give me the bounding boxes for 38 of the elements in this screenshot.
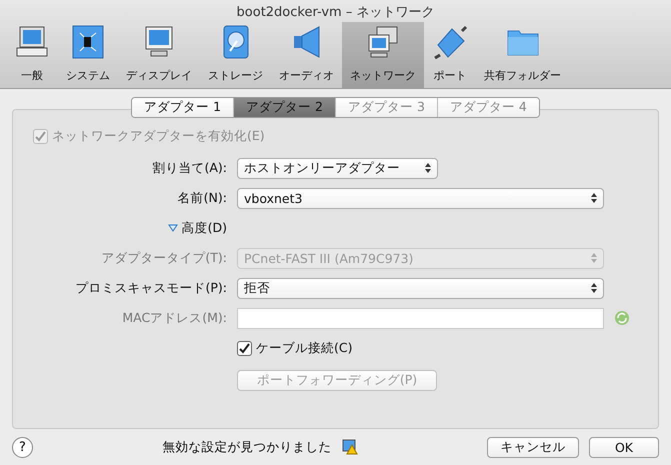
toolbar-item[interactable]: システム (58, 22, 118, 88)
ok-button[interactable]: OK (589, 436, 659, 458)
refresh-icon[interactable] (614, 310, 630, 326)
adapter-tab[interactable]: アダプター 2 (233, 98, 335, 117)
chip-icon (70, 25, 106, 59)
stepper-icon (591, 283, 597, 293)
toolbar-item[interactable]: ディスプレイ (118, 22, 200, 88)
toolbar-item[interactable]: ポート (424, 22, 476, 88)
dropdown[interactable]: 拒否 (237, 278, 604, 298)
disclosure-triangle-icon (168, 224, 178, 232)
stepper-icon (591, 253, 597, 263)
field-label: アダプタータイプ(T): (100, 250, 227, 266)
field-label: MACアドレス(M): (121, 310, 227, 326)
field-label: プロミスキャスモード(P): (74, 280, 227, 296)
field-label: 割り当て(A): (151, 160, 227, 176)
toggle-label: 高度(D) (182, 220, 227, 236)
toolbar-item[interactable]: ストレージ (200, 22, 271, 88)
toolbar-item[interactable]: オーディオ (271, 22, 342, 88)
checkmark-icon (35, 131, 46, 142)
cable-connected-checkbox[interactable]: ケーブル接続(C) (237, 340, 604, 356)
checkmark-icon (239, 342, 250, 354)
stepper-icon (425, 163, 431, 173)
help-button[interactable]: ? (12, 436, 33, 458)
plug-icon (432, 25, 468, 59)
field-label: 名前(N): (176, 190, 227, 206)
dropdown[interactable]: ホストオンリーアダプター (237, 158, 438, 178)
window-title: boot2docker-vm – ネットワーク (236, 4, 436, 22)
toolbar-item[interactable]: 一般 (6, 22, 58, 88)
warning-icon[interactable] (342, 439, 358, 455)
dropdown[interactable]: vboxnet3 (237, 188, 604, 208)
computer-icon (14, 25, 50, 59)
stepper-icon (591, 193, 597, 203)
status-message: 無効な設定が見つかりました (162, 438, 332, 456)
adapter-tab[interactable]: アダプター 1 (132, 98, 234, 117)
toolbar-item[interactable]: ネットワーク (342, 22, 424, 88)
toolbar-item[interactable]: 共有フォルダー (476, 22, 569, 88)
advanced-toggle[interactable]: 高度(D) (168, 220, 227, 236)
cancel-button[interactable]: キャンセル (487, 436, 579, 458)
